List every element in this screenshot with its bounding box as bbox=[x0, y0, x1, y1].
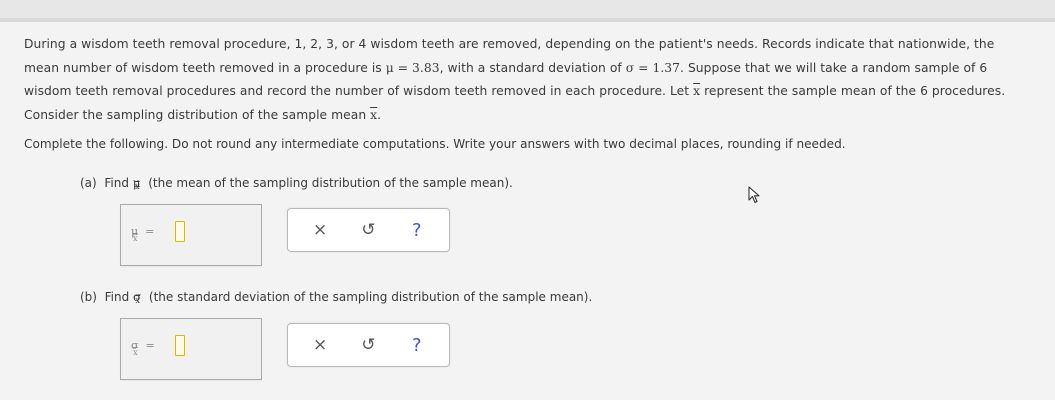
intro-text-2a: mean number of wisdom teeth removed in a… bbox=[24, 60, 386, 75]
mouse-cursor-icon bbox=[748, 186, 762, 208]
clear-button-b[interactable]: × bbox=[305, 331, 335, 359]
part-a-description: (the mean of the sampling distribution o… bbox=[148, 176, 513, 190]
intro-text-3a: wisdom teeth removal procedures and reco… bbox=[24, 84, 694, 98]
part-b-find: Find bbox=[104, 290, 130, 304]
problem-statement: During a wisdom teeth removal procedure,… bbox=[24, 33, 1046, 127]
part-b-description: (the standard deviation of the sampling … bbox=[148, 290, 593, 304]
help-button-b[interactable]: ? bbox=[402, 331, 432, 359]
intro-text-3b: represent the sample mean of the 6 proce… bbox=[700, 84, 1006, 98]
toolbar-a: × ↺ ? bbox=[287, 208, 450, 252]
xbar-subscript-b: x bbox=[135, 296, 141, 305]
part-b-question: (b) Find σx (the standard deviation of t… bbox=[80, 287, 592, 307]
xbar-answer-subscript: x bbox=[132, 234, 138, 243]
intro-line-4: Consider the sampling distribution of th… bbox=[24, 104, 1046, 128]
intro-text-1: During a wisdom teeth removal procedure,… bbox=[24, 37, 995, 51]
equals-sign: = bbox=[145, 225, 155, 238]
intro-text-2b: , with a standard deviation of bbox=[439, 60, 626, 75]
instructions: Complete the following. Do not round any… bbox=[24, 137, 846, 151]
clear-button[interactable]: × bbox=[305, 216, 335, 244]
xbar-subscript: x bbox=[135, 182, 140, 191]
mu-value: μ = 3.83 bbox=[385, 60, 440, 75]
part-a-question: (a) Find μx (the mean of the sampling di… bbox=[80, 173, 513, 193]
undo-button[interactable]: ↺ bbox=[353, 216, 383, 244]
intro-line-2: mean number of wisdom teeth removed in a… bbox=[24, 57, 1046, 81]
mu-xbar-symbol: μx bbox=[133, 173, 141, 193]
sigma-value: σ = 1.37 bbox=[625, 60, 681, 75]
intro-text-4a: Consider the sampling distribution of th… bbox=[24, 107, 371, 122]
answer-label-a: μx = bbox=[131, 225, 155, 243]
toolbar-b: × ↺ ? bbox=[287, 323, 450, 367]
xbar-answer-subscript-b: x bbox=[133, 348, 138, 357]
answer-box-b: σx = bbox=[120, 318, 262, 380]
intro-text-2c: . Suppose that we will take a random sam… bbox=[680, 60, 988, 75]
sigma-xbar-input[interactable] bbox=[175, 335, 185, 356]
part-b-label: (b) bbox=[80, 290, 97, 304]
intro-line-1: During a wisdom teeth removal procedure,… bbox=[24, 33, 1046, 57]
help-button[interactable]: ? bbox=[402, 216, 432, 244]
intro-text-4b: . bbox=[377, 107, 382, 122]
undo-button-b[interactable]: ↺ bbox=[353, 331, 383, 359]
answer-label-b: σx = bbox=[131, 339, 155, 357]
part-a-label: (a) bbox=[80, 176, 97, 190]
sigma-xbar-symbol: σx bbox=[133, 287, 141, 307]
top-divider bbox=[0, 18, 1055, 22]
answer-box-a: μx = bbox=[120, 204, 262, 266]
intro-line-3: wisdom teeth removal procedures and reco… bbox=[24, 80, 1046, 104]
equals-sign-b: = bbox=[145, 339, 155, 352]
mu-xbar-input[interactable] bbox=[175, 221, 185, 242]
part-a-find: Find bbox=[104, 176, 129, 190]
